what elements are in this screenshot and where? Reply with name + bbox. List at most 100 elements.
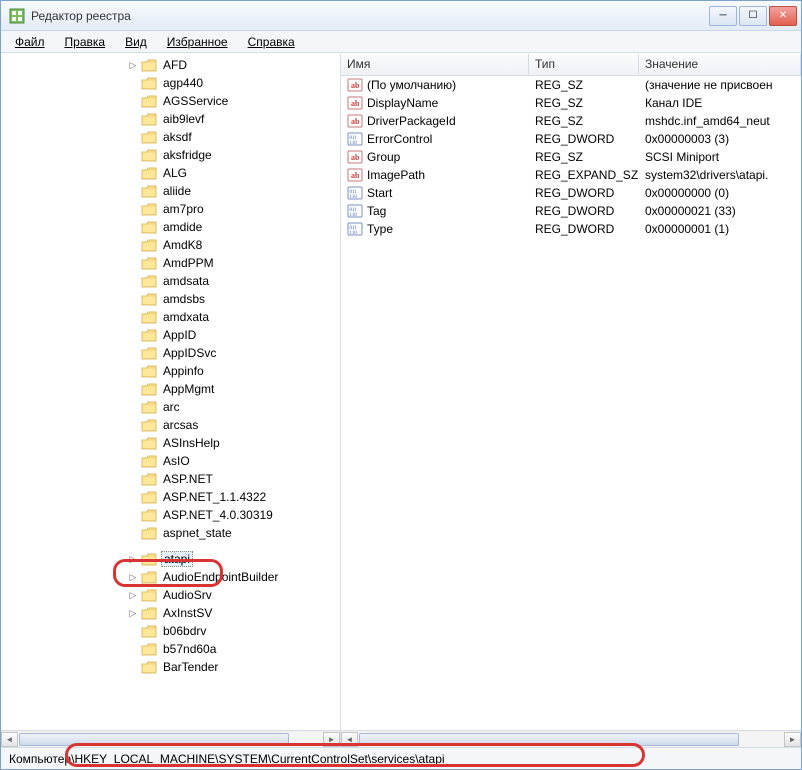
binary-icon: [347, 221, 363, 237]
tree-item-label: b57nd60a: [161, 642, 218, 656]
tree-item[interactable]: Appinfo: [1, 362, 340, 380]
tree-item[interactable]: aspnet_state: [1, 524, 340, 542]
list-row[interactable]: (По умолчанию)REG_SZ(значение не присвое…: [341, 76, 801, 94]
tree-item[interactable]: AppID: [1, 326, 340, 344]
folder-icon: [141, 185, 157, 198]
scroll-left-icon[interactable]: ◄: [341, 732, 358, 747]
folder-icon: [141, 553, 157, 566]
tree-item[interactable]: ▷ AFD: [1, 56, 340, 74]
tree-item[interactable]: am7pro: [1, 200, 340, 218]
tree-item[interactable]: ALG: [1, 164, 340, 182]
tree-item[interactable]: ASInsHelp: [1, 434, 340, 452]
tree-item[interactable]: AppMgmt: [1, 380, 340, 398]
folder-icon: [141, 131, 157, 144]
tree-item-label: AppIDSvc: [161, 346, 218, 360]
folder-icon: [141, 571, 157, 584]
tree-item[interactable]: AmdK8: [1, 236, 340, 254]
close-button[interactable]: ✕: [769, 6, 797, 26]
list-row[interactable]: GroupREG_SZSCSI Miniport: [341, 148, 801, 166]
expand-icon[interactable]: ▷: [127, 589, 139, 601]
tree-item[interactable]: AmdPPM: [1, 254, 340, 272]
tree-item[interactable]: arcsas: [1, 416, 340, 434]
tree-item[interactable]: ▷ AudioEndpointBuilder: [1, 568, 340, 586]
scroll-left-icon[interactable]: ◄: [1, 732, 18, 747]
regedit-window: Редактор реестра ─ ☐ ✕ Файл Правка Вид И…: [0, 0, 802, 770]
folder-icon: [141, 347, 157, 360]
menu-file[interactable]: Файл: [7, 33, 53, 51]
folder-icon: [141, 589, 157, 602]
col-type[interactable]: Тип: [529, 54, 639, 75]
col-name[interactable]: Имя: [341, 54, 529, 75]
tree-scroll[interactable]: ▷ AFD agp440AGSService aib9levf aksdfaksfrid…: [1, 54, 340, 730]
list-body[interactable]: (По умолчанию)REG_SZ(значение не присвое…: [341, 76, 801, 730]
menu-view[interactable]: Вид: [117, 33, 155, 51]
tree-item-label: AFD: [161, 58, 189, 72]
col-value[interactable]: Значение: [639, 54, 801, 75]
status-path: \HKEY_LOCAL_MACHINE\SYSTEM\CurrentContro…: [71, 752, 444, 766]
minimize-button[interactable]: ─: [709, 6, 737, 26]
tree-item[interactable]: AGSService: [1, 92, 340, 110]
menu-edit[interactable]: Правка: [57, 33, 114, 51]
folder-icon: [141, 473, 157, 486]
value-name: Group: [367, 150, 400, 164]
tree-item-label: BarTender: [161, 660, 220, 674]
tree-item[interactable]: arc: [1, 398, 340, 416]
string-icon: [347, 149, 363, 165]
list-row[interactable]: TypeREG_DWORD0x00000001 (1): [341, 220, 801, 238]
menu-favorites[interactable]: Избранное: [159, 33, 236, 51]
tree-item[interactable]: amdide: [1, 218, 340, 236]
tree-item[interactable]: ▷ AudioSrv: [1, 586, 340, 604]
list-row[interactable]: StartREG_DWORD0x00000000 (0): [341, 184, 801, 202]
scroll-right-icon[interactable]: ►: [323, 732, 340, 747]
tree-item-label: AudioEndpointBuilder: [161, 570, 280, 584]
folder-icon: [141, 437, 157, 450]
list-hscroll[interactable]: ◄ ►: [341, 730, 801, 747]
value-type: REG_DWORD: [529, 186, 639, 200]
value-data: SCSI Miniport: [639, 150, 801, 164]
tree-item[interactable]: BarTender: [1, 658, 340, 676]
maximize-button[interactable]: ☐: [739, 6, 767, 26]
tree-item[interactable]: aksdf: [1, 128, 340, 146]
scroll-right-icon[interactable]: ►: [784, 732, 801, 747]
list-row[interactable]: DriverPackageIdREG_SZmshdc.inf_amd64_neu…: [341, 112, 801, 130]
list-row[interactable]: ErrorControlREG_DWORD0x00000003 (3): [341, 130, 801, 148]
folder-icon: [141, 419, 157, 432]
list-row[interactable]: TagREG_DWORD0x00000021 (33): [341, 202, 801, 220]
tree-item-label: AudioSrv: [161, 588, 214, 602]
tree-item[interactable]: amdsbs: [1, 290, 340, 308]
value-type: REG_SZ: [529, 96, 639, 110]
list-row[interactable]: DisplayNameREG_SZКанал IDE: [341, 94, 801, 112]
tree-item[interactable]: aliide: [1, 182, 340, 200]
menu-help[interactable]: Справка: [240, 33, 303, 51]
tree-item[interactable]: aksfridge: [1, 146, 340, 164]
expand-icon[interactable]: ▷: [127, 553, 139, 565]
expand-icon[interactable]: ▷: [127, 59, 139, 71]
string-icon: [347, 167, 363, 183]
tree-item[interactable]: AsIO: [1, 452, 340, 470]
tree-hscroll[interactable]: ◄ ►: [1, 730, 340, 747]
tree-item[interactable]: amdxata: [1, 308, 340, 326]
tree-item[interactable]: ASP.NET_1.1.4322: [1, 488, 340, 506]
tree-item-label: ASP.NET_4.0.30319: [161, 508, 275, 522]
list-row[interactable]: ImagePathREG_EXPAND_SZsystem32\drivers\a…: [341, 166, 801, 184]
tree-item[interactable]: ▷atapi: [1, 550, 340, 568]
tree-item[interactable]: ASP.NET_4.0.30319: [1, 506, 340, 524]
tree-item[interactable]: AppIDSvc: [1, 344, 340, 362]
folder-icon: [141, 257, 157, 270]
tree-item[interactable]: amdsata: [1, 272, 340, 290]
expand-icon[interactable]: ▷: [127, 607, 139, 619]
tree-item[interactable]: ASP.NET: [1, 470, 340, 488]
tree-item[interactable]: b06bdrv: [1, 622, 340, 640]
tree-item[interactable]: aib9levf: [1, 110, 340, 128]
tree-item[interactable]: agp440: [1, 74, 340, 92]
expand-icon[interactable]: ▷: [127, 571, 139, 583]
value-name: DriverPackageId: [367, 114, 456, 128]
titlebar[interactable]: Редактор реестра ─ ☐ ✕: [1, 1, 801, 31]
tree-item-label: AmdK8: [161, 238, 204, 252]
value-type: REG_DWORD: [529, 204, 639, 218]
folder-icon: [141, 491, 157, 504]
tree-item-label: amdide: [161, 220, 204, 234]
tree-item-label: aib9levf: [161, 112, 206, 126]
tree-item[interactable]: ▷AxInstSV: [1, 604, 340, 622]
tree-item[interactable]: b57nd60a: [1, 640, 340, 658]
